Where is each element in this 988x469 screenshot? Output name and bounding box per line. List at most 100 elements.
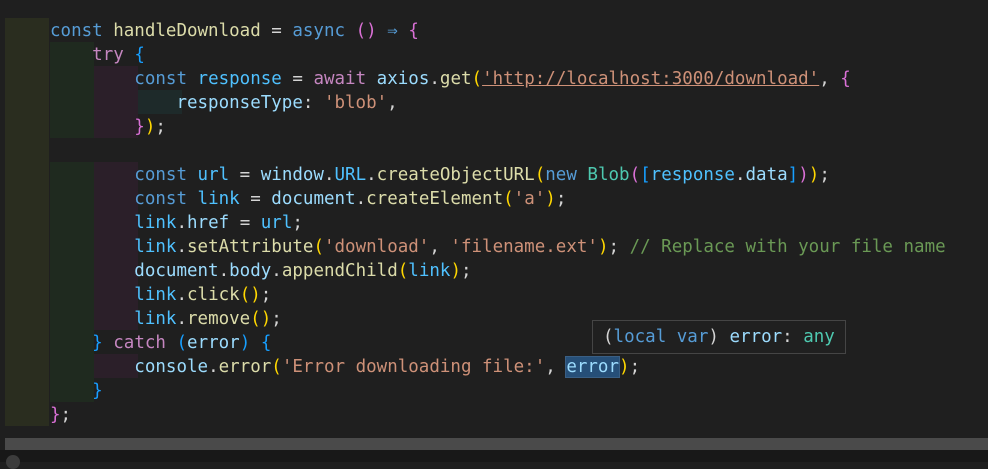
code-token: ( [313, 237, 324, 257]
code-line[interactable]: responseType: 'blob', [50, 91, 398, 115]
code-line[interactable]: link.setAttribute('download', 'filename.… [50, 235, 945, 259]
code-token: ) [144, 117, 156, 137]
code-line[interactable]: const response = await axios.get('http:/… [50, 67, 851, 91]
code-token: setAttribute [187, 237, 314, 257]
code-token: href [187, 213, 230, 233]
tooltip-kind: local var [613, 327, 709, 347]
code-line[interactable]: } [50, 379, 103, 403]
indent-guide-level-1 [5, 18, 49, 426]
code-token: ; [260, 285, 272, 305]
tooltip-name: error [718, 327, 783, 347]
code-token: 'download' [323, 237, 430, 257]
code-token: . [218, 261, 230, 281]
code-line[interactable]: }; [50, 403, 71, 427]
code-token: 'Error downloading file:' [281, 357, 546, 377]
code-token: . [366, 165, 377, 185]
code-token: ; [271, 309, 282, 329]
code-token: ) [619, 357, 630, 377]
code-token: error [218, 357, 272, 377]
code-token: ; [292, 213, 303, 233]
code-token: async [292, 21, 346, 41]
code-line[interactable]: link.href = url; [50, 211, 303, 235]
code-token: createObjectURL [376, 165, 535, 185]
code-token: ; [155, 117, 166, 137]
code-token: ( [271, 357, 282, 377]
code-token: link [134, 213, 177, 233]
code-token: ; [819, 165, 830, 185]
code-line[interactable]: console.error('Error downloading file:',… [50, 355, 640, 379]
code-token: 'blob' [323, 93, 388, 113]
code-token: ) [239, 333, 251, 353]
code-token: . [429, 69, 440, 89]
horizontal-scrollbar[interactable] [5, 438, 988, 450]
code-token: appendChild [281, 261, 398, 281]
code-token: [ [640, 165, 651, 185]
code-token: ⇒ [387, 21, 398, 41]
code-token: responseType [176, 93, 303, 113]
code-token: . [176, 213, 187, 233]
code-line[interactable]: link.remove(); [50, 307, 282, 331]
code-token: () [239, 285, 261, 305]
code-token: ] [787, 165, 799, 185]
code-token: } [50, 405, 61, 425]
code-token: url [197, 165, 230, 185]
code-token: . [176, 237, 187, 257]
code-token: remove [187, 309, 251, 329]
code-token: = [260, 21, 293, 41]
code-token: = [281, 69, 314, 89]
code-token: url [260, 213, 293, 233]
code-token: . [355, 189, 367, 209]
code-token: link [134, 309, 177, 329]
code-token: document [271, 189, 356, 209]
code-token: ( [629, 165, 641, 185]
code-token: const [134, 165, 187, 185]
code-token: error [187, 333, 240, 353]
code-line[interactable]: document.body.appendChild(link); [50, 259, 472, 283]
code-token: = [239, 189, 272, 209]
code-line[interactable]: const handleDownload = async () ⇒ { [50, 19, 419, 43]
code-token: const [134, 189, 187, 209]
code-token: { [260, 333, 272, 353]
code-token: data [745, 165, 788, 185]
code-token: , [387, 93, 398, 113]
code-editor[interactable]: const handleDownload = async () ⇒ { try … [0, 0, 988, 438]
code-token: response [197, 69, 282, 89]
code-token: ; [461, 261, 472, 281]
code-token: ; [608, 237, 630, 257]
code-token: console [134, 357, 209, 377]
code-line[interactable]: const link = document.createElement('a')… [50, 187, 566, 211]
tooltip-paren-close: ) [708, 327, 719, 347]
code-token: link [134, 237, 177, 257]
code-token: . [176, 285, 187, 305]
bottom-panel-edge [0, 450, 988, 462]
code-token: : [302, 93, 324, 113]
code-line[interactable]: } catch (error) { [50, 331, 271, 355]
code-line[interactable]: link.click(); [50, 283, 271, 307]
code-token: . [176, 309, 187, 329]
code-token: } [92, 381, 103, 401]
code-token: window [260, 165, 324, 185]
code-token: response [650, 165, 735, 185]
code-token: ( [397, 261, 409, 281]
code-line[interactable]: try { [50, 43, 145, 67]
code-token: click [187, 285, 240, 305]
code-token: . [734, 165, 746, 185]
code-line[interactable]: const url = window.URL.createObjectURL(n… [50, 163, 830, 187]
code-line[interactable]: }); [50, 115, 166, 139]
